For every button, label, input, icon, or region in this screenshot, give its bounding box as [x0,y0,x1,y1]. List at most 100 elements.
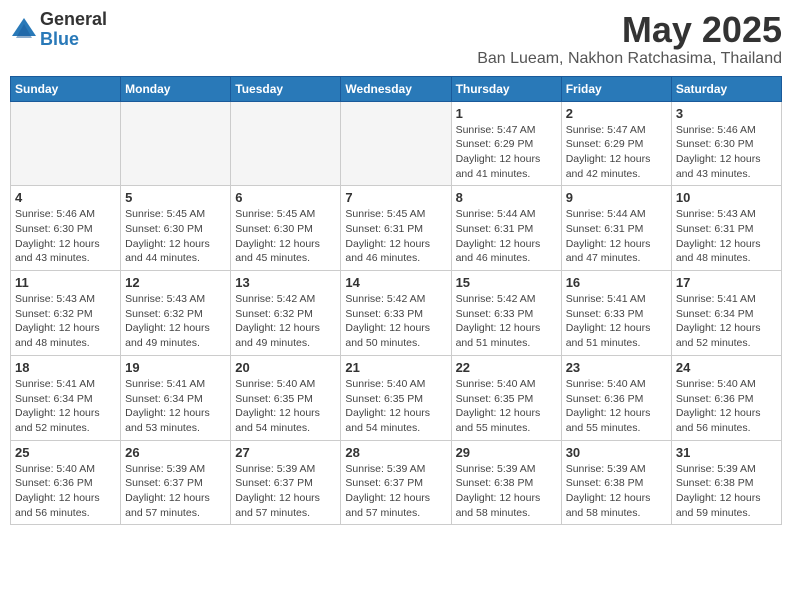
calendar-table: SundayMondayTuesdayWednesdayThursdayFrid… [10,76,782,526]
calendar-cell: 30 Sunrise: 5:39 AM Sunset: 6:38 PM Dayli… [561,440,671,525]
day-number: 19 [125,360,226,375]
day-number: 26 [125,445,226,460]
calendar-cell: 15 Sunrise: 5:42 AM Sunset: 6:33 PM Dayli… [451,271,561,356]
day-info: Sunrise: 5:47 AM Sunset: 6:29 PM Dayligh… [566,123,667,182]
header-saturday: Saturday [671,76,781,101]
day-number: 10 [676,190,777,205]
day-info: Sunrise: 5:39 AM Sunset: 6:37 PM Dayligh… [235,462,336,521]
calendar-cell: 17Sunrise: 5:41 AM Sunset: 6:34 PM Dayli… [671,271,781,356]
calendar-cell: 16 Sunrise: 5:41 AM Sunset: 6:33 PM Dayli… [561,271,671,356]
day-number: 20 [235,360,336,375]
header-friday: Friday [561,76,671,101]
day-info: Sunrise: 5:45 AM Sunset: 6:30 PM Dayligh… [235,207,336,266]
day-number: 21 [345,360,446,375]
day-info: Sunrise: 5:45 AM Sunset: 6:31 PM Dayligh… [345,207,446,266]
calendar-cell: 9Sunrise: 5:44 AM Sunset: 6:31 PM Daylig… [561,186,671,271]
logo: General Blue [10,10,107,50]
calendar-cell: 23 Sunrise: 5:40 AM Sunset: 6:36 PM Dayli… [561,355,671,440]
day-info: Sunrise: 5:45 AM Sunset: 6:30 PM Dayligh… [125,207,226,266]
calendar-cell: 1 Sunrise: 5:47 AM Sunset: 6:29 PM Daylig… [451,101,561,186]
calendar-cell: 7 Sunrise: 5:45 AM Sunset: 6:31 PM Daylig… [341,186,451,271]
header-sunday: Sunday [11,76,121,101]
day-info: Sunrise: 5:39 AM Sunset: 6:38 PM Dayligh… [566,462,667,521]
day-info: Sunrise: 5:39 AM Sunset: 6:37 PM Dayligh… [125,462,226,521]
day-number: 11 [15,275,116,290]
day-info: Sunrise: 5:40 AM Sunset: 6:36 PM Dayligh… [15,462,116,521]
day-info: Sunrise: 5:44 AM Sunset: 6:31 PM Dayligh… [566,207,667,266]
calendar-cell: 22 Sunrise: 5:40 AM Sunset: 6:35 PM Dayli… [451,355,561,440]
day-info: Sunrise: 5:42 AM Sunset: 6:33 PM Dayligh… [456,292,557,351]
day-info: Sunrise: 5:41 AM Sunset: 6:33 PM Dayligh… [566,292,667,351]
calendar-header: SundayMondayTuesdayWednesdayThursdayFrid… [11,76,782,101]
calendar-cell: 19Sunrise: 5:41 AM Sunset: 6:34 PM Dayli… [121,355,231,440]
day-info: Sunrise: 5:40 AM Sunset: 6:35 PM Dayligh… [345,377,446,436]
day-info: Sunrise: 5:42 AM Sunset: 6:32 PM Dayligh… [235,292,336,351]
day-number: 30 [566,445,667,460]
day-info: Sunrise: 5:40 AM Sunset: 6:36 PM Dayligh… [566,377,667,436]
day-info: Sunrise: 5:43 AM Sunset: 6:32 PM Dayligh… [125,292,226,351]
day-number: 27 [235,445,336,460]
title-block: May 2025 Ban Lueam, Nakhon Ratchasima, T… [477,10,782,68]
day-info: Sunrise: 5:40 AM Sunset: 6:35 PM Dayligh… [235,377,336,436]
day-info: Sunrise: 5:39 AM Sunset: 6:38 PM Dayligh… [676,462,777,521]
day-number: 16 [566,275,667,290]
calendar-cell: 8 Sunrise: 5:44 AM Sunset: 6:31 PM Daylig… [451,186,561,271]
calendar-cell: 27 Sunrise: 5:39 AM Sunset: 6:37 PM Dayli… [231,440,341,525]
day-number: 29 [456,445,557,460]
day-info: Sunrise: 5:43 AM Sunset: 6:32 PM Dayligh… [15,292,116,351]
day-number: 2 [566,106,667,121]
day-number: 4 [15,190,116,205]
day-info: Sunrise: 5:41 AM Sunset: 6:34 PM Dayligh… [15,377,116,436]
calendar-cell: 24 Sunrise: 5:40 AM Sunset: 6:36 PM Dayli… [671,355,781,440]
day-number: 28 [345,445,446,460]
day-number: 25 [15,445,116,460]
calendar-cell: 3Sunrise: 5:46 AM Sunset: 6:30 PM Daylig… [671,101,781,186]
day-info: Sunrise: 5:39 AM Sunset: 6:37 PM Dayligh… [345,462,446,521]
day-number: 23 [566,360,667,375]
calendar-cell: 25 Sunrise: 5:40 AM Sunset: 6:36 PM Dayli… [11,440,121,525]
page-header: General Blue May 2025 Ban Lueam, Nakhon … [10,10,782,68]
day-number: 1 [456,106,557,121]
day-info: Sunrise: 5:44 AM Sunset: 6:31 PM Dayligh… [456,207,557,266]
day-number: 13 [235,275,336,290]
day-number: 7 [345,190,446,205]
calendar-cell: 5 Sunrise: 5:45 AM Sunset: 6:30 PM Daylig… [121,186,231,271]
calendar-body: 1 Sunrise: 5:47 AM Sunset: 6:29 PM Daylig… [11,101,782,525]
calendar-cell [341,101,451,186]
calendar-cell: 21 Sunrise: 5:40 AM Sunset: 6:35 PM Dayli… [341,355,451,440]
calendar-cell: 13 Sunrise: 5:42 AM Sunset: 6:32 PM Dayli… [231,271,341,356]
day-number: 22 [456,360,557,375]
day-number: 24 [676,360,777,375]
day-number: 18 [15,360,116,375]
calendar-cell: 2 Sunrise: 5:47 AM Sunset: 6:29 PM Daylig… [561,101,671,186]
calendar-cell: 10 Sunrise: 5:43 AM Sunset: 6:31 PM Dayli… [671,186,781,271]
day-info: Sunrise: 5:40 AM Sunset: 6:35 PM Dayligh… [456,377,557,436]
day-number: 6 [235,190,336,205]
calendar-cell: 11 Sunrise: 5:43 AM Sunset: 6:32 PM Dayli… [11,271,121,356]
day-number: 15 [456,275,557,290]
day-number: 5 [125,190,226,205]
month-title: May 2025 [477,10,782,50]
day-info: Sunrise: 5:46 AM Sunset: 6:30 PM Dayligh… [676,123,777,182]
calendar-cell [231,101,341,186]
day-info: Sunrise: 5:42 AM Sunset: 6:33 PM Dayligh… [345,292,446,351]
header-row: SundayMondayTuesdayWednesdayThursdayFrid… [11,76,782,101]
header-wednesday: Wednesday [341,76,451,101]
day-info: Sunrise: 5:43 AM Sunset: 6:31 PM Dayligh… [676,207,777,266]
week-row-1: 1 Sunrise: 5:47 AM Sunset: 6:29 PM Daylig… [11,101,782,186]
calendar-cell: 6 Sunrise: 5:45 AM Sunset: 6:30 PM Daylig… [231,186,341,271]
header-tuesday: Tuesday [231,76,341,101]
location-title: Ban Lueam, Nakhon Ratchasima, Thailand [477,50,782,68]
week-row-4: 18 Sunrise: 5:41 AM Sunset: 6:34 PM Dayli… [11,355,782,440]
day-number: 8 [456,190,557,205]
calendar-cell: 20 Sunrise: 5:40 AM Sunset: 6:35 PM Dayli… [231,355,341,440]
day-info: Sunrise: 5:47 AM Sunset: 6:29 PM Dayligh… [456,123,557,182]
calendar-cell: 29Sunrise: 5:39 AM Sunset: 6:38 PM Dayli… [451,440,561,525]
day-info: Sunrise: 5:40 AM Sunset: 6:36 PM Dayligh… [676,377,777,436]
logo-icon [10,16,38,44]
header-thursday: Thursday [451,76,561,101]
header-monday: Monday [121,76,231,101]
calendar-cell: 26 Sunrise: 5:39 AM Sunset: 6:37 PM Dayli… [121,440,231,525]
calendar-cell [121,101,231,186]
day-info: Sunrise: 5:41 AM Sunset: 6:34 PM Dayligh… [676,292,777,351]
